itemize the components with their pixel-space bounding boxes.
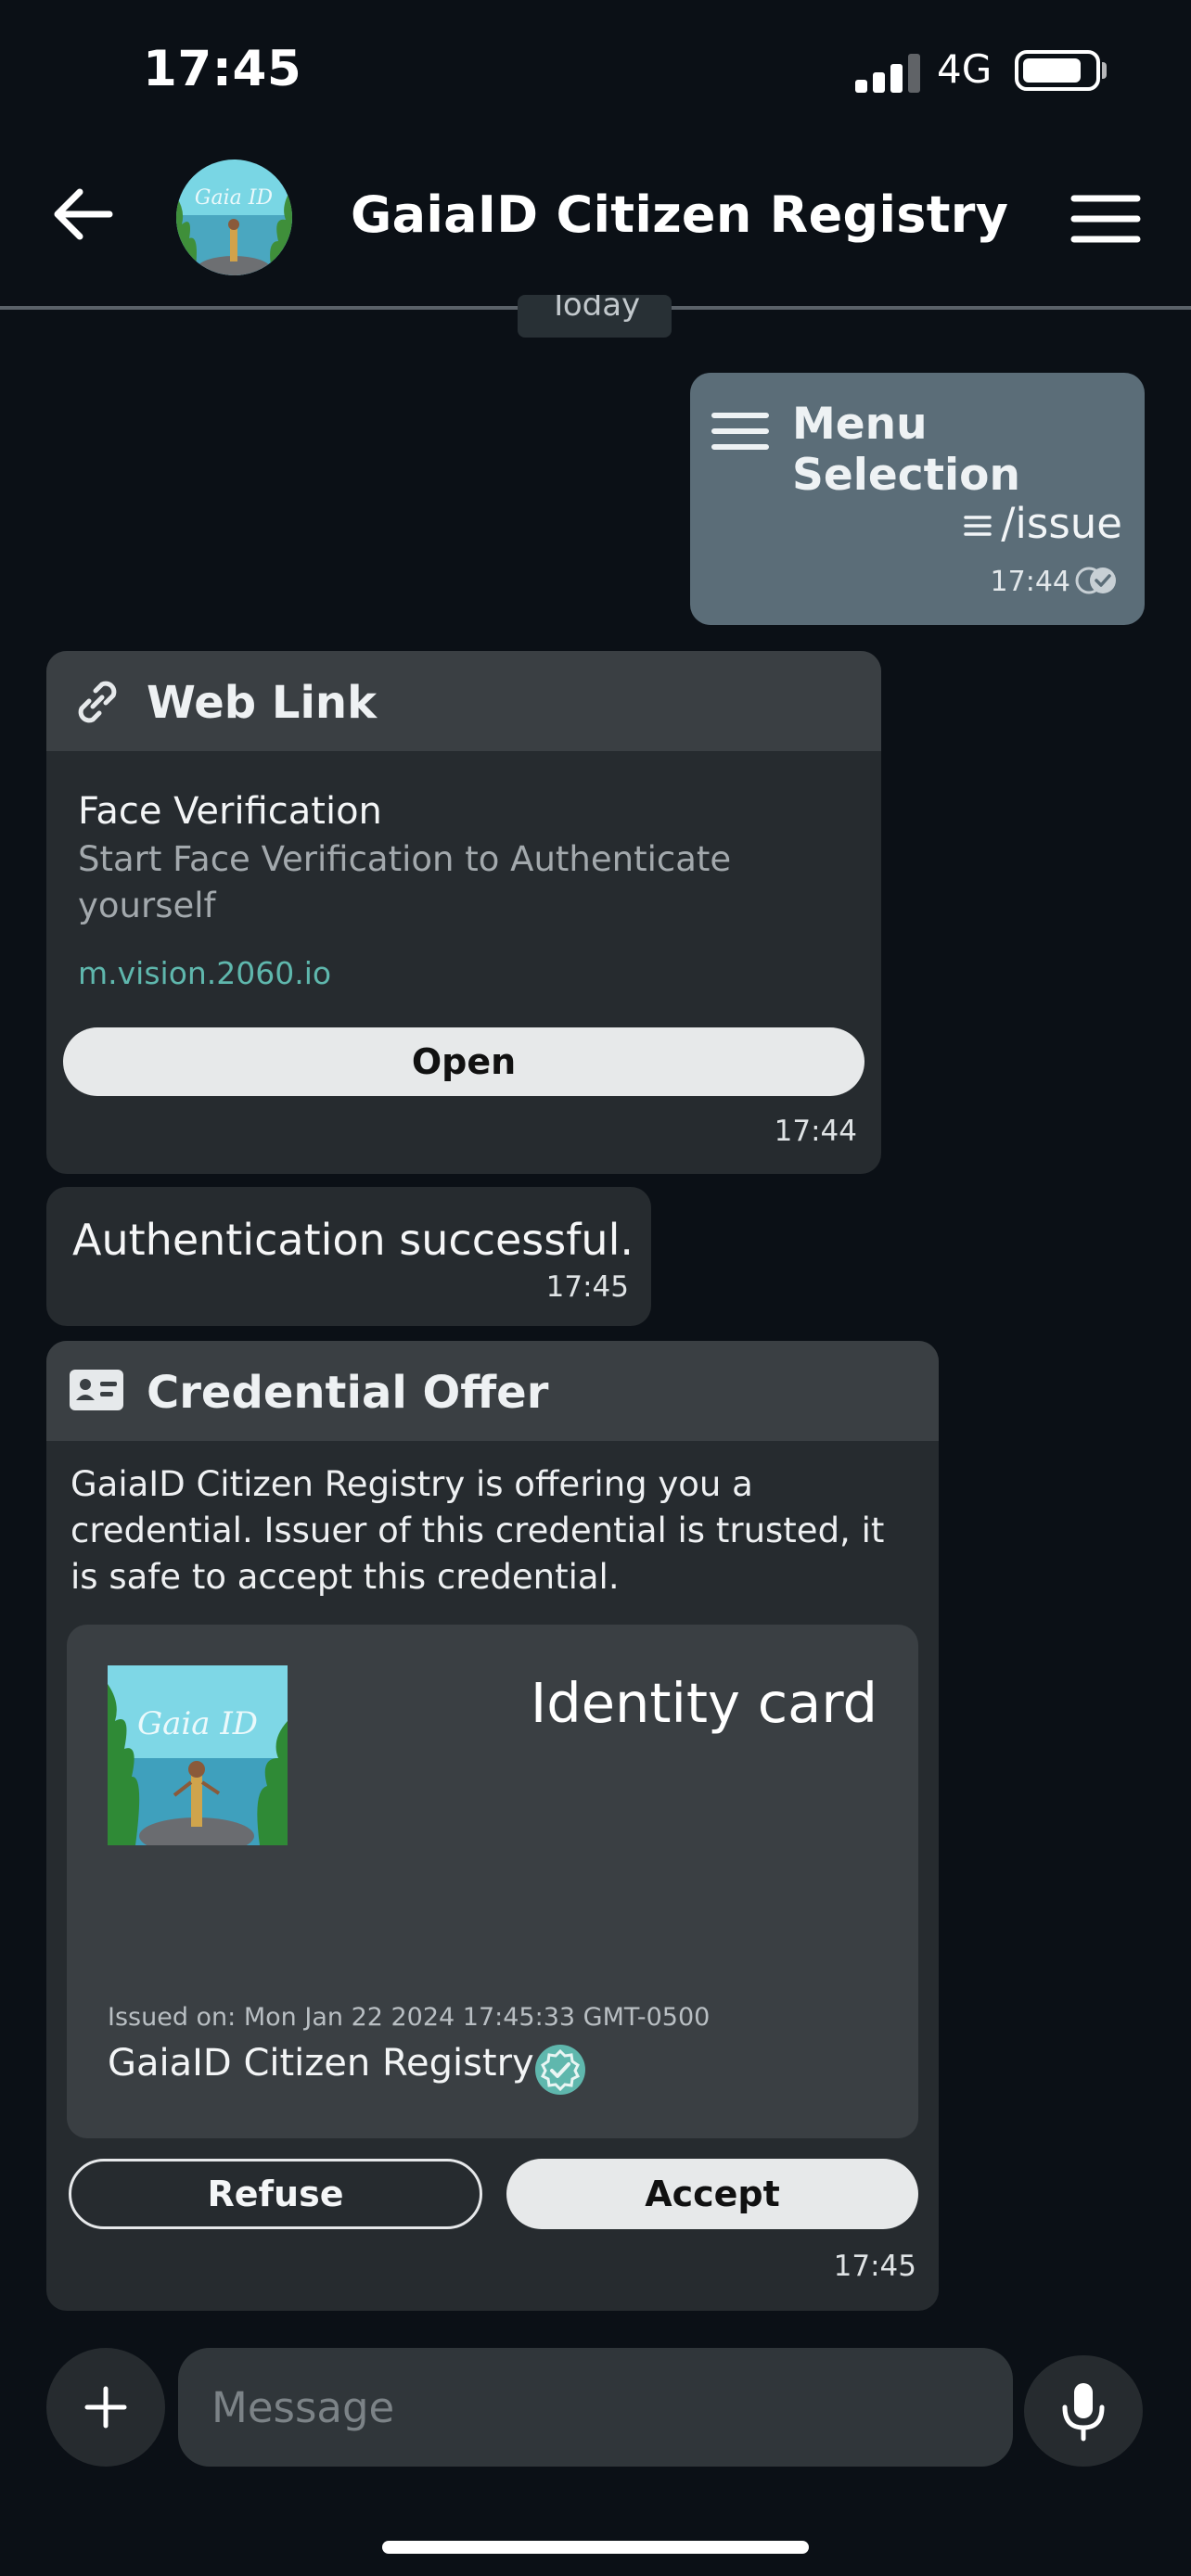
link-url[interactable]: m.vision.2060.io bbox=[78, 955, 331, 991]
refuse-button[interactable]: Refuse bbox=[69, 2159, 482, 2229]
link-icon bbox=[78, 681, 117, 723]
accept-button[interactable]: Accept bbox=[506, 2159, 918, 2229]
plus-icon bbox=[84, 2386, 127, 2429]
outgoing-command: /issue bbox=[964, 499, 1122, 548]
date-separator: Today bbox=[518, 295, 672, 338]
web-link-time: 17:44 bbox=[774, 1115, 857, 1148]
link-description: Start Face Verification to Authenticate … bbox=[78, 839, 732, 925]
cellular-signal-icon bbox=[855, 54, 920, 93]
outgoing-title: Menu Selection bbox=[792, 399, 1020, 501]
identity-card-preview[interactable]: Gaia ID Identity card Issued on: Mon Jan… bbox=[67, 1625, 918, 2138]
microphone-icon bbox=[1062, 2383, 1105, 2442]
back-button[interactable] bbox=[50, 182, 134, 256]
id-card-icon bbox=[70, 1370, 123, 1410]
open-button[interactable]: Open bbox=[63, 1027, 864, 1096]
outgoing-command-text: /issue bbox=[1001, 499, 1122, 548]
credential-offer-description: GaiaID Citizen Registry is offering you … bbox=[70, 1464, 885, 1597]
attach-button[interactable] bbox=[46, 2348, 165, 2467]
issuer-name: GaiaID Citizen Registry bbox=[108, 2042, 534, 2085]
auth-message-text: Authentication successful. bbox=[72, 1215, 634, 1265]
double-check-icon bbox=[1075, 567, 1116, 594]
avatar-text: Gaia ID bbox=[195, 186, 274, 210]
message-field[interactable] bbox=[178, 2348, 1013, 2467]
menu-button[interactable] bbox=[1069, 191, 1143, 247]
credential-offer-time: 17:45 bbox=[833, 2250, 916, 2283]
auth-message[interactable]: Authentication successful. 17:45 bbox=[46, 1187, 651, 1326]
link-name: Face Verification bbox=[78, 790, 382, 833]
battery-icon bbox=[1015, 50, 1100, 91]
page-title: GaiaID Citizen Registry bbox=[351, 185, 1009, 244]
microphone-button[interactable] bbox=[1024, 2355, 1143, 2467]
message-input[interactable] bbox=[211, 2348, 981, 2467]
arrow-left-icon bbox=[54, 188, 113, 240]
credential-offer-title: Credential Offer bbox=[147, 1367, 549, 1419]
menu-lines-icon bbox=[711, 413, 769, 450]
web-link-card: Web Link Face Verification Start Face Ve… bbox=[46, 651, 881, 1174]
avatar[interactable]: Gaia ID bbox=[176, 159, 292, 275]
credential-offer-header: Credential Offer bbox=[46, 1341, 939, 1441]
home-indicator[interactable] bbox=[382, 2541, 809, 2554]
credential-image-text: Gaia ID bbox=[137, 1705, 258, 1742]
credential-offer-card: Credential Offer GaiaID Citizen Registry… bbox=[46, 1341, 939, 2311]
outgoing-message[interactable]: Menu Selection /issue 17:44 bbox=[690, 373, 1145, 625]
network-type: 4G bbox=[937, 46, 992, 92]
credential-image: Gaia ID bbox=[108, 1665, 288, 1845]
outgoing-time: 17:44 bbox=[990, 566, 1070, 598]
list-icon bbox=[964, 516, 992, 536]
credential-title: Identity card bbox=[530, 1671, 877, 1735]
verified-badge-icon bbox=[535, 2045, 585, 2095]
issued-on: Issued on: Mon Jan 22 2024 17:45:33 GMT-… bbox=[108, 2003, 711, 2032]
web-link-header: Web Link bbox=[46, 651, 881, 751]
web-link-title: Web Link bbox=[147, 677, 377, 729]
hamburger-menu-icon bbox=[1070, 195, 1141, 243]
auth-message-time: 17:45 bbox=[545, 1270, 629, 1304]
battery-cap bbox=[1102, 62, 1107, 79]
status-time: 17:45 bbox=[143, 41, 302, 97]
